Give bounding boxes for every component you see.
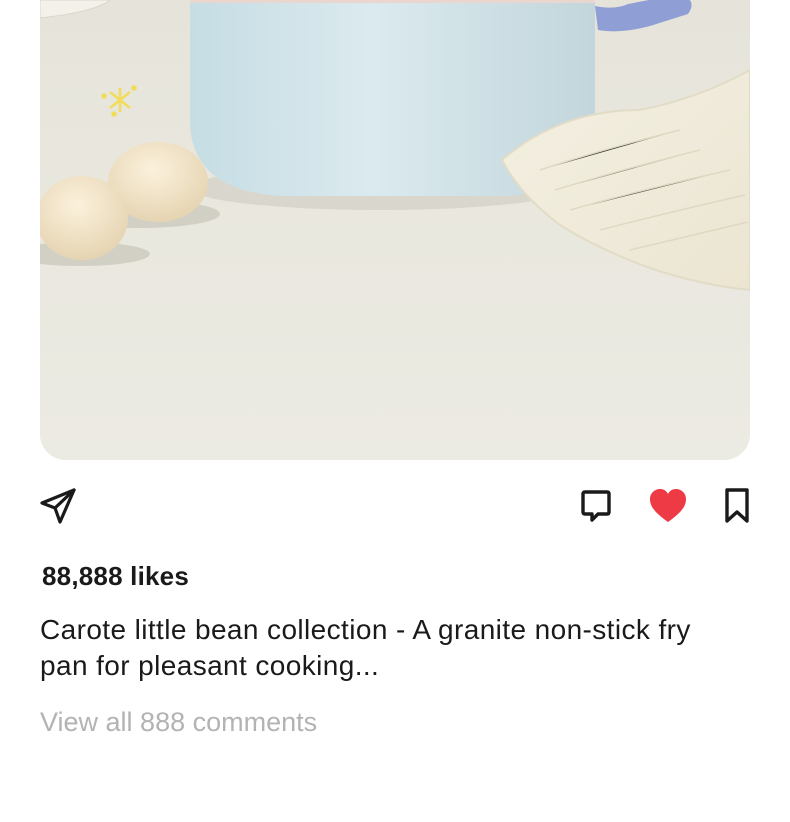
save-button[interactable] [717,486,757,526]
share-button[interactable] [38,486,78,526]
heart-icon [650,489,686,522]
view-all-comments-link[interactable]: View all 888 comments [40,707,317,738]
post-card: 88,888 likes Carote little bean collecti… [0,0,790,822]
likes-count[interactable]: 88,888 likes [42,561,189,592]
paper-plane-icon [40,488,76,524]
comment-button[interactable] [576,486,616,526]
post-image-illustration [40,0,750,460]
post-image[interactable] [40,0,750,460]
comment-bubble-icon [581,490,611,522]
like-button[interactable] [648,486,688,526]
bookmark-icon [725,488,749,523]
post-caption: Carote little bean collection - A granit… [40,614,691,681]
post-actions-bar [0,486,790,530]
